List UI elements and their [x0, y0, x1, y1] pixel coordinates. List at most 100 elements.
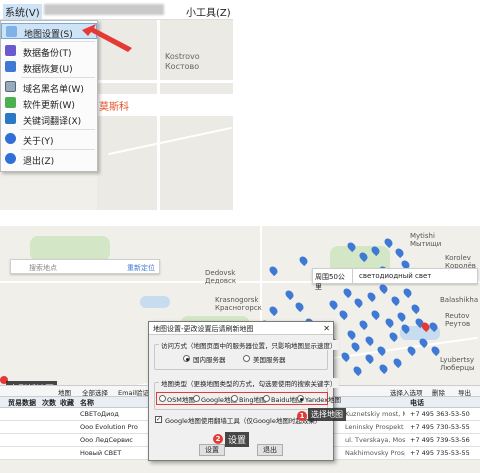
map-pin[interactable]: [391, 356, 404, 369]
map-pin[interactable]: [293, 300, 306, 313]
map-type-group: 地图类型（更换地图类型的方式，勾选要使用的搜索关键字） OSM地图 Google…: [154, 378, 341, 410]
map-pin[interactable]: [267, 304, 280, 317]
menu-item-restore[interactable]: 数据恢复(U): [1, 59, 97, 75]
map-pin[interactable]: [351, 364, 364, 377]
map-road: [97, 80, 233, 83]
menu-item-exit[interactable]: 退出(Z): [1, 151, 97, 167]
menu-separator: [21, 129, 95, 130]
map-pin[interactable]: [352, 296, 365, 309]
toolbar-export[interactable]: 导出: [458, 387, 471, 397]
toolbar-email-verify[interactable]: Email验证: [118, 387, 149, 397]
col-phone[interactable]: 电话: [410, 398, 424, 408]
step-badge-2: 2: [213, 434, 223, 444]
map-pin[interactable]: [363, 334, 376, 347]
map-pin[interactable]: [383, 316, 396, 329]
map-pin[interactable]: [357, 318, 370, 331]
blurred-title: [44, 4, 164, 15]
red-arrow-annotation: [82, 24, 132, 52]
radio-osm[interactable]: [159, 395, 166, 402]
col-count[interactable]: 次数: [42, 398, 56, 408]
menu-item-translate[interactable]: 关键词翻译(X): [1, 111, 97, 127]
select-map-tip: 选择地图: [308, 408, 346, 421]
map-pin[interactable]: [337, 308, 350, 321]
map-pin[interactable]: [349, 340, 362, 353]
menu-separator: [21, 149, 95, 150]
google-proxy-checkbox[interactable]: ✓: [155, 416, 162, 423]
search-keyword-field[interactable]: светодиодный свет: [359, 272, 431, 280]
menu-item-blacklist[interactable]: 域名黑名单(W): [1, 79, 97, 95]
menu-bar: 系统(V) 小工具(Z): [0, 0, 233, 20]
toolbar-map[interactable]: 地图: [58, 387, 71, 397]
map-pin[interactable]: [393, 246, 406, 259]
ok-button[interactable]: 设置: [199, 444, 225, 456]
left-search-placeholder: 搜索地点: [29, 264, 57, 272]
col-trade-data[interactable]: 贸易数据: [8, 398, 36, 408]
map-park: [30, 236, 110, 261]
exit-icon: [5, 153, 16, 164]
info-icon: [5, 133, 16, 144]
radio-domestic-server[interactable]: [183, 355, 190, 362]
step-badge-1: 1: [297, 411, 307, 421]
database-backup-icon: [5, 45, 16, 56]
map-highlight-bar: 莫斯科: [97, 94, 233, 116]
map-city-label: Kostrovo Костово: [165, 52, 200, 71]
map-city-label: Balashikha: [440, 296, 479, 304]
map-pin[interactable]: [377, 362, 390, 375]
map-city-label: Reutov Реутов: [445, 312, 471, 328]
domain-blacklist-icon: [5, 81, 16, 92]
toolbar-select-all[interactable]: 全部选择: [82, 387, 108, 397]
map-city-label: Mytishi Мытищи: [410, 232, 442, 248]
menu-system[interactable]: 系统(V): [3, 4, 42, 19]
toolbar-delete[interactable]: 删除: [432, 387, 445, 397]
radio-google[interactable]: [193, 395, 200, 402]
map-pin[interactable]: [339, 350, 352, 363]
map-pin[interactable]: [369, 308, 382, 321]
map-pin[interactable]: [401, 286, 414, 299]
radio-baidu[interactable]: [263, 395, 270, 402]
map-city-label: Krasnogorsk Красногорск: [215, 296, 262, 312]
map-pin[interactable]: [395, 310, 408, 323]
radio-yandex[interactable]: [297, 395, 304, 402]
map-pin[interactable]: [429, 344, 442, 357]
col-favorite[interactable]: 收藏: [60, 398, 74, 408]
map-pin[interactable]: [387, 330, 400, 343]
map-pin[interactable]: [345, 328, 358, 341]
set-tip: 设置: [225, 432, 250, 447]
map-highlight-text: 莫斯科: [99, 102, 129, 113]
close-icon[interactable]: ✕: [323, 324, 330, 333]
right-search-box[interactable]: 周围50公里 светодиодный свет: [312, 268, 478, 291]
map-pin[interactable]: [377, 282, 390, 295]
map-pin[interactable]: [283, 288, 296, 301]
map-pin[interactable]: [409, 302, 422, 315]
map-pin[interactable]: [389, 294, 402, 307]
translate-icon: [5, 113, 16, 124]
menu-item-about[interactable]: 关于(Y): [1, 131, 97, 147]
cancel-button[interactable]: 退出: [257, 444, 283, 456]
radio-us-server[interactable]: [243, 355, 250, 362]
map-pin[interactable]: [375, 344, 388, 357]
map-lake: [140, 296, 170, 308]
map-pin[interactable]: [327, 298, 340, 311]
radio-bing[interactable]: [231, 395, 238, 402]
map-pin[interactable]: [363, 352, 376, 365]
left-search-box[interactable]: 搜索地点 重新定位: [10, 259, 160, 274]
search-range-select[interactable]: 周围50公里: [313, 269, 353, 291]
col-name[interactable]: 名称: [80, 398, 94, 408]
bottom-screenshot: Mytishi Мытищи Korolev Королёв Dedovsk Дедо…: [0, 226, 480, 473]
map-city-label: Dedovsk Дедовск: [205, 269, 237, 285]
map-pin[interactable]: [267, 264, 280, 277]
map-pin[interactable]: [365, 290, 378, 303]
menu-item-update[interactable]: 软件更新(W): [1, 95, 97, 111]
map-city-label: Lyubertsy Люберцы: [440, 356, 475, 372]
toolbar-select-chosen[interactable]: 选择入选项: [390, 387, 423, 397]
map-settings-icon: [6, 26, 17, 37]
update-icon: [5, 97, 16, 108]
map-pin[interactable]: [341, 286, 354, 299]
access-group: 访问方式（地图页面中的服务器位置，只影响地图显示速度） 国内服务器 美国服务器: [154, 340, 339, 370]
database-restore-icon: [5, 61, 16, 72]
dialog-title: 地图设置-更改设置后请刷新地图: [149, 322, 333, 335]
relocate-button[interactable]: 重新定位: [127, 263, 155, 273]
menu-tools[interactable]: 小工具(Z): [186, 4, 231, 19]
menu-separator: [21, 77, 95, 78]
map-pin[interactable]: [297, 254, 310, 267]
